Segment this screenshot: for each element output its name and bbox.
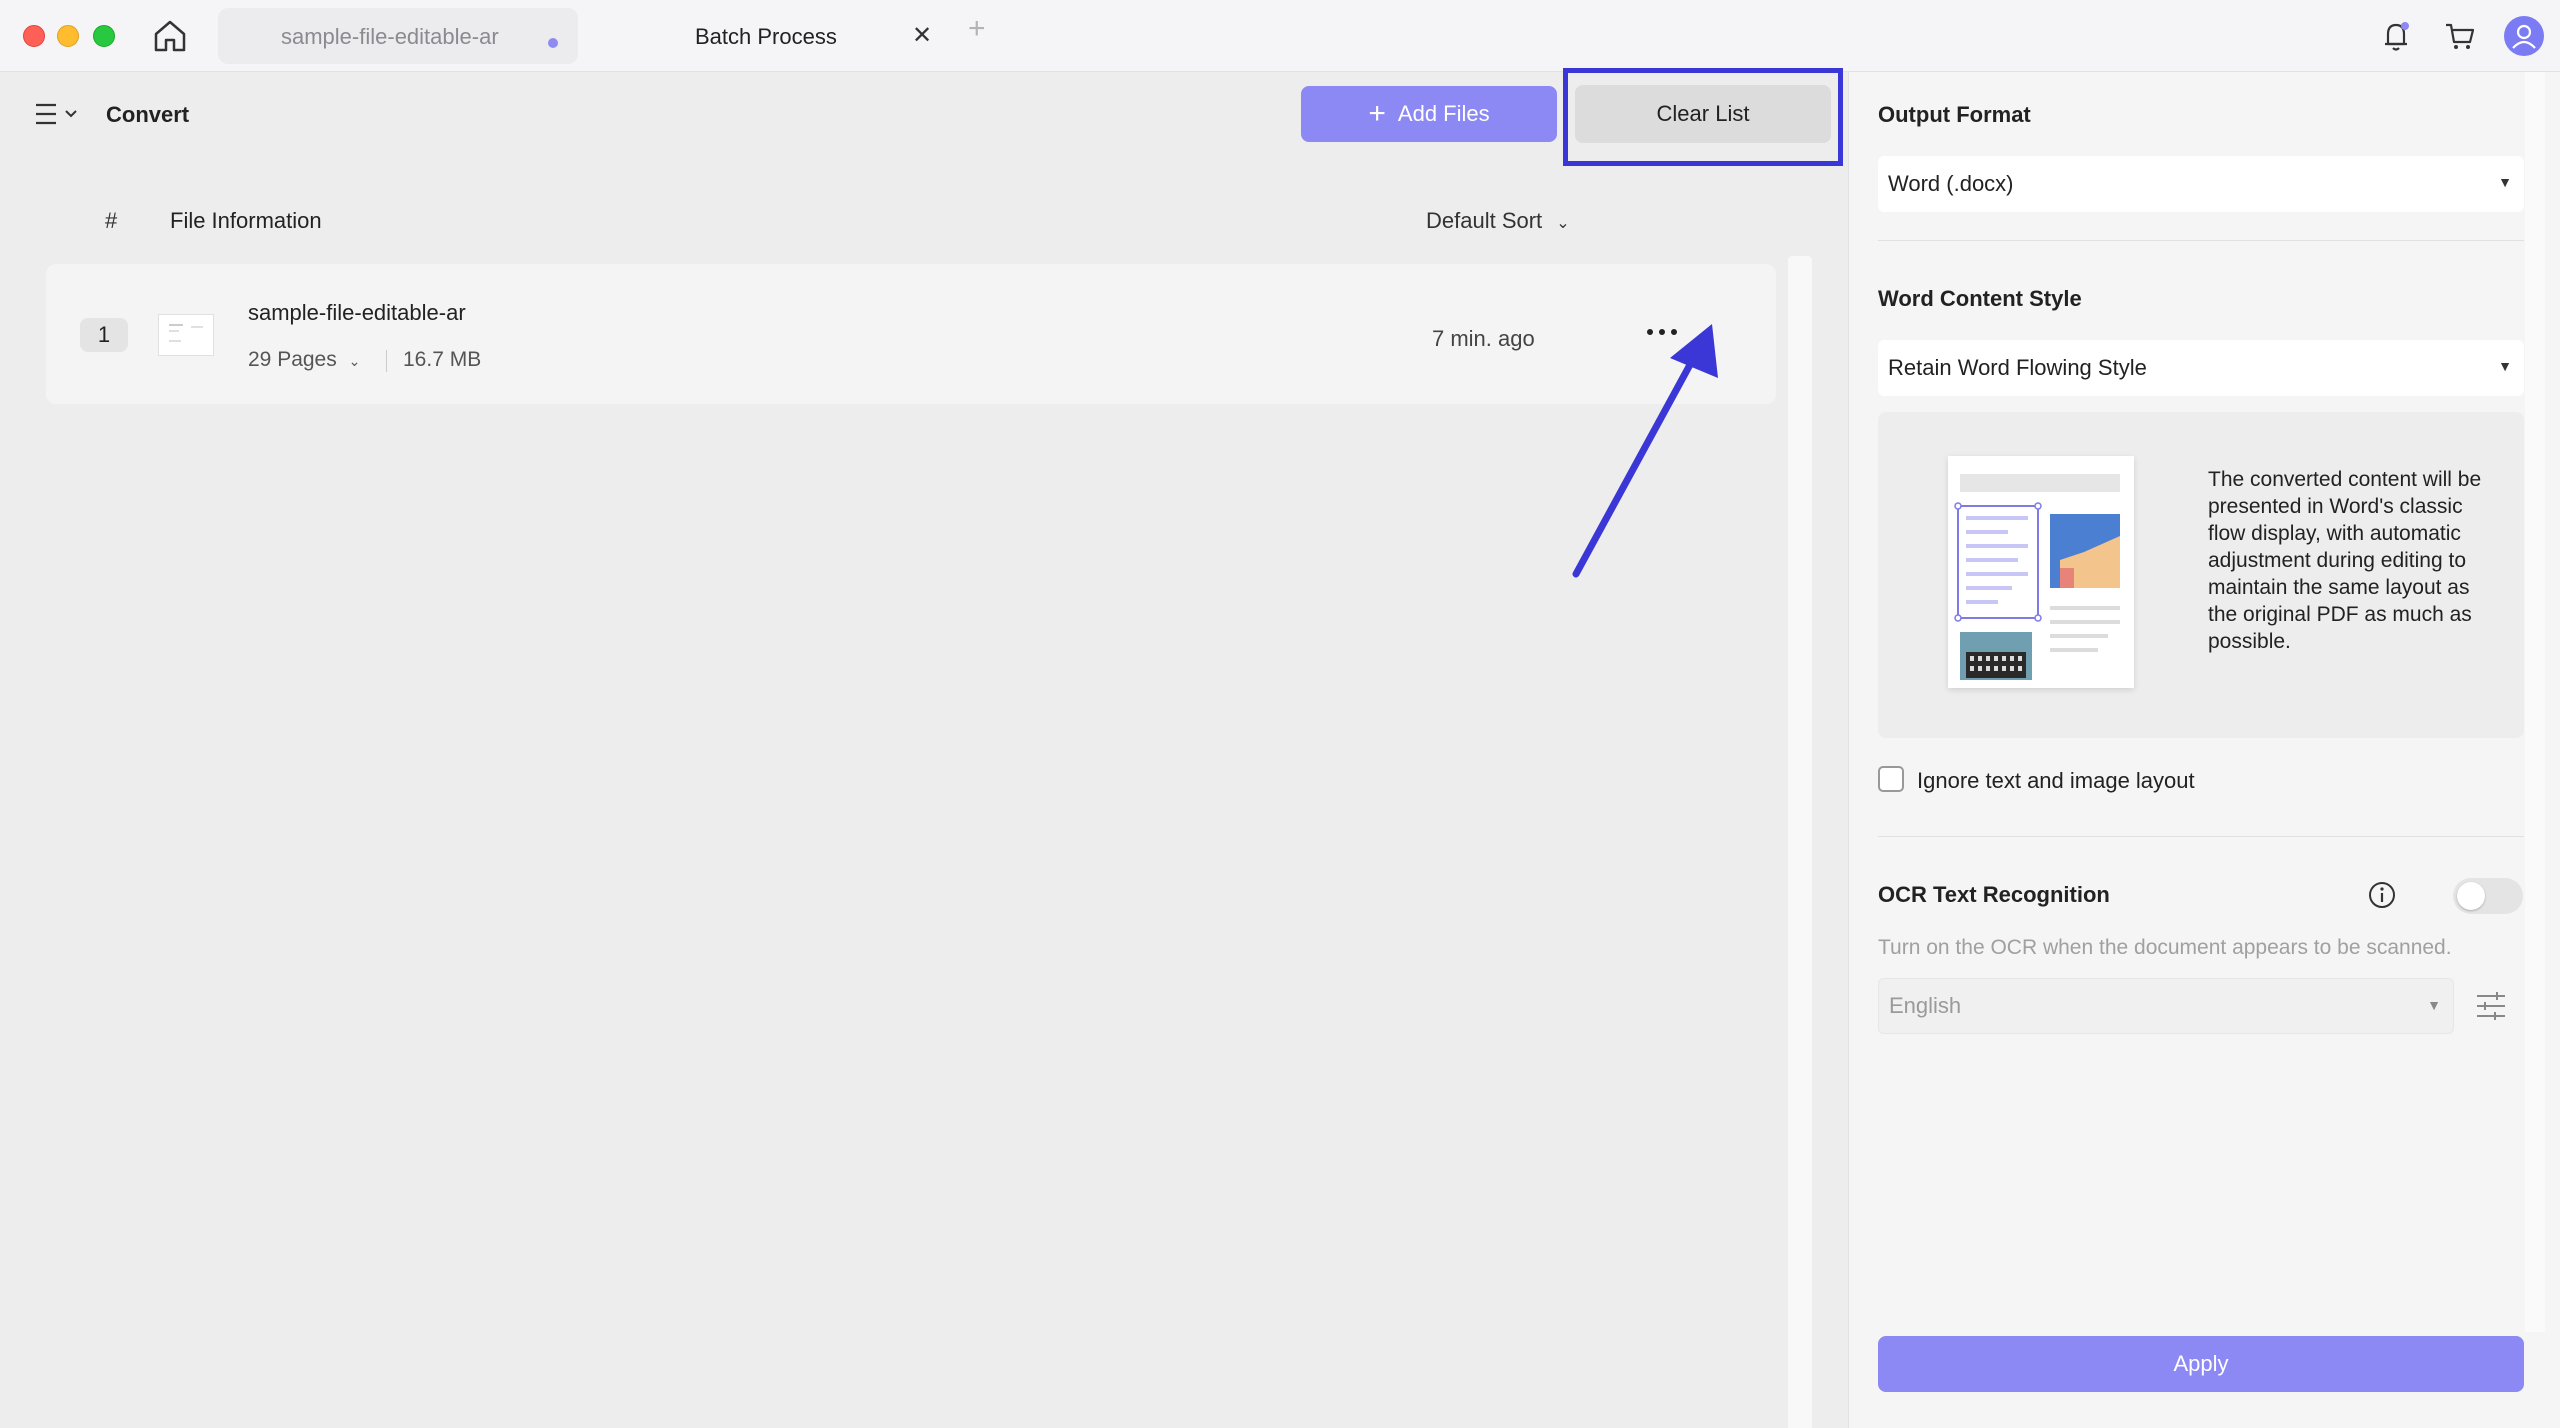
cart-icon[interactable] — [2442, 18, 2478, 54]
sort-label: Default Sort — [1426, 208, 1543, 233]
ocr-language-value: English — [1889, 993, 1962, 1018]
apply-label: Apply — [2173, 1351, 2229, 1376]
ocr-toggle[interactable] — [2453, 878, 2523, 914]
content-style-heading: Word Content Style — [1878, 286, 2082, 311]
sort-dropdown[interactable]: Default Sort ⌄ — [1426, 208, 1570, 234]
output-format-select[interactable]: Word (.docx) ▼ — [1878, 156, 2524, 212]
page-count-dropdown[interactable]: 29 Pages ⌄ — [248, 348, 360, 372]
add-files-button[interactable]: + Add Files — [1301, 86, 1557, 142]
column-header-file-info: File Information — [170, 208, 322, 233]
caret-down-icon: ▼ — [2427, 997, 2441, 1013]
output-format-heading: Output Format — [1878, 102, 2031, 127]
clear-list-button[interactable]: Clear List — [1575, 85, 1831, 143]
plus-icon: + — [1368, 97, 1386, 130]
ocr-language-select[interactable]: English ▼ — [1878, 978, 2454, 1034]
unsaved-dot-icon — [548, 38, 558, 48]
tab-file-label: sample-file-editable-ar — [281, 24, 499, 49]
close-window-button[interactable] — [23, 25, 45, 47]
output-format-value: Word (.docx) — [1888, 171, 2014, 196]
highlight-box: Clear List — [1563, 68, 1843, 166]
chevron-down-icon: ⌄ — [348, 353, 361, 369]
caret-down-icon: ▼ — [2498, 358, 2512, 374]
clear-list-label: Clear List — [1656, 101, 1750, 126]
file-timestamp: 7 min. ago — [1432, 326, 1535, 351]
settings-scrollbar[interactable] — [2525, 72, 2545, 1332]
ocr-description: Turn on the OCR when the document appear… — [1878, 936, 2452, 959]
new-tab-icon[interactable]: + — [968, 14, 986, 44]
tab-batch-label: Batch Process — [695, 24, 837, 49]
page-count: 29 Pages — [248, 348, 337, 371]
caret-down-icon: ▼ — [2498, 174, 2512, 190]
column-header-number: # — [105, 208, 118, 233]
title-bar: sample-file-editable-ar Batch Process ✕ … — [0, 0, 2560, 72]
apply-button[interactable]: Apply — [1878, 1336, 2524, 1392]
file-thumbnail — [158, 314, 214, 356]
maximize-window-button[interactable] — [93, 25, 115, 47]
style-preview-card: The converted content will be presented … — [1878, 412, 2524, 738]
document-preview-illustration — [1948, 456, 2134, 688]
row-number: 1 — [80, 318, 128, 352]
divider — [1878, 240, 2524, 241]
file-name: sample-file-editable-ar — [248, 300, 466, 325]
tab-batch-process[interactable]: Batch Process ✕ — [600, 8, 940, 64]
divider — [386, 350, 387, 372]
file-list-pane: Convert + Add Files Clear List # File In… — [0, 68, 1848, 1428]
sliders-icon[interactable] — [2471, 986, 2511, 1026]
page-title: Convert — [106, 102, 190, 127]
chevron-down-icon: ⌄ — [1556, 215, 1570, 232]
list-scrollbar[interactable] — [1788, 256, 1812, 1428]
ocr-heading: OCR Text Recognition — [1878, 882, 2110, 907]
divider — [1878, 836, 2524, 837]
close-tab-icon[interactable]: ✕ — [912, 22, 932, 50]
app-window: sample-file-editable-ar Batch Process ✕ … — [0, 0, 2560, 1428]
settings-pane: Output Format Word (.docx) ▼ Word Conten… — [1848, 72, 2560, 1428]
content-style-select[interactable]: Retain Word Flowing Style ▼ — [1878, 340, 2524, 396]
info-icon[interactable] — [2367, 880, 2397, 910]
ignore-layout-checkbox[interactable] — [1878, 766, 1904, 792]
content-style-value: Retain Word Flowing Style — [1888, 355, 2147, 380]
ignore-layout-label: Ignore text and image layout — [1917, 768, 2195, 793]
add-files-label: Add Files — [1397, 101, 1490, 126]
tab-sample-file[interactable]: sample-file-editable-ar — [218, 8, 578, 64]
bell-icon[interactable] — [2378, 18, 2414, 54]
annotation-arrow — [1540, 312, 1740, 592]
file-size: 16.7 MB — [403, 348, 482, 371]
user-avatar-icon[interactable] — [2504, 16, 2544, 56]
minimize-window-button[interactable] — [57, 25, 79, 47]
style-description: The converted content will be presented … — [2208, 468, 2482, 653]
table-row[interactable]: 1 sample-file-editable-ar 29 Pages ⌄ 16.… — [46, 264, 1776, 404]
home-icon[interactable] — [150, 18, 190, 54]
menu-icon[interactable] — [34, 100, 84, 130]
toggle-knob — [2457, 882, 2485, 910]
